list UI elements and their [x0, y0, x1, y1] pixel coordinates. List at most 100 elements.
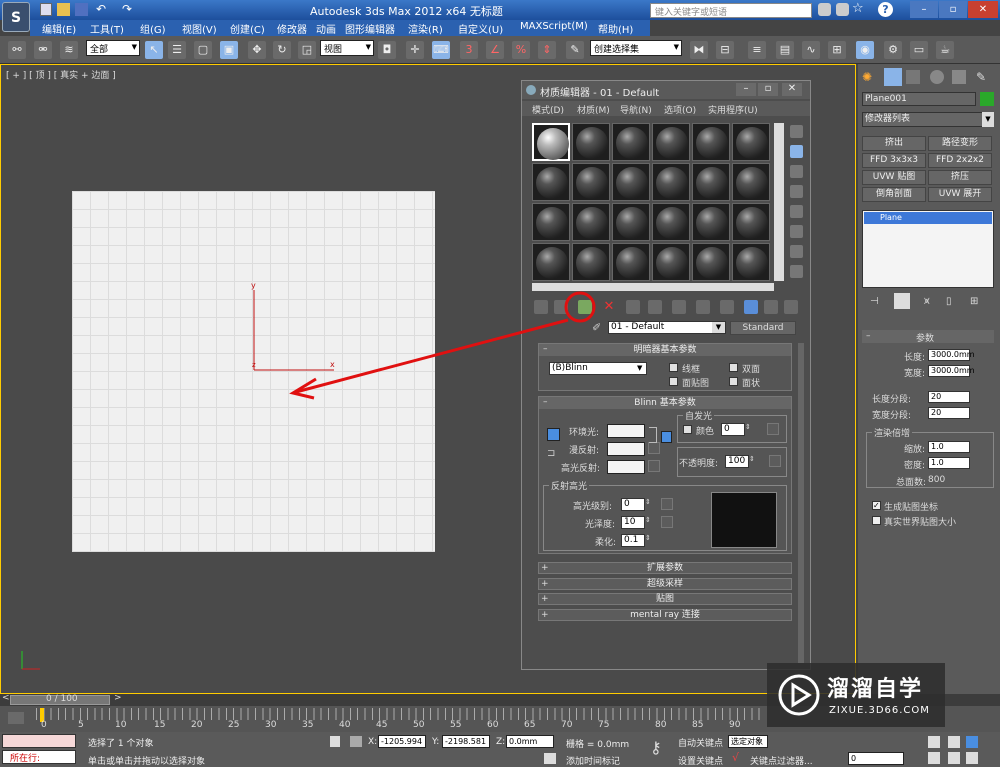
real-world-checkbox[interactable]: [872, 516, 881, 525]
me-close-button[interactable]: ✕: [782, 83, 802, 96]
menu-edit[interactable]: 编辑(E): [42, 21, 76, 36]
length-field[interactable]: 3000.0mm: [928, 349, 975, 361]
opacity-map-button[interactable]: [769, 455, 781, 467]
sample-slot[interactable]: [692, 203, 730, 241]
display-tab-icon[interactable]: [952, 70, 966, 84]
menu-help[interactable]: 帮助(H): [598, 21, 633, 36]
absolute-mode-icon[interactable]: [350, 736, 362, 747]
video-color-check-icon[interactable]: [790, 205, 803, 218]
sample-type-icon[interactable]: [790, 125, 803, 138]
ffd-3x3x3-button[interactable]: FFD 3x3x3: [862, 153, 926, 168]
menu-animation[interactable]: 动画: [316, 21, 336, 36]
create-tab-icon[interactable]: ✺: [862, 70, 876, 84]
z-coord-field[interactable]: 0.0mm: [506, 735, 554, 748]
me-maximize-button[interactable]: ▫: [758, 83, 778, 96]
wire-checkbox[interactable]: [669, 363, 678, 372]
modifier-list-dropdown[interactable]: 修改器列表: [862, 112, 994, 127]
key-filters-button[interactable]: 关键点过滤器...: [750, 754, 813, 767]
sample-slot[interactable]: [532, 203, 570, 241]
link-icon[interactable]: ⚯: [8, 41, 26, 59]
rollout-plus-icon[interactable]: +: [541, 563, 549, 573]
object-name-field[interactable]: Plane001: [862, 92, 976, 106]
viewport-label[interactable]: [ + ] [ 顶 ] [ 真实 + 边面 ]: [6, 68, 116, 81]
menu-tools[interactable]: 工具(T): [90, 21, 124, 36]
lock-specular-button[interactable]: [661, 431, 672, 443]
window-crossing-icon[interactable]: ▣: [220, 41, 238, 59]
sample-slot[interactable]: [612, 243, 650, 281]
rollout-plus-icon[interactable]: +: [541, 579, 549, 589]
sample-slot[interactable]: [732, 203, 770, 241]
add-time-tag-label[interactable]: 添加时间标记: [566, 754, 620, 767]
binoculars-icon[interactable]: [818, 3, 831, 16]
material-id-channel-icon[interactable]: [696, 300, 710, 314]
go-forward-sibling-icon[interactable]: [784, 300, 798, 314]
sample-slot[interactable]: [612, 163, 650, 201]
close-button[interactable]: ✕: [968, 1, 998, 18]
self-illum-color-checkbox[interactable]: [683, 425, 692, 434]
key-icon[interactable]: ⚷: [650, 738, 662, 757]
mirror-icon[interactable]: ⧓: [690, 41, 708, 59]
next-frame-icon[interactable]: >: [114, 693, 122, 703]
uv-tiling-icon[interactable]: [790, 185, 803, 198]
sample-slot[interactable]: [692, 163, 730, 201]
specular-color-swatch[interactable]: [607, 460, 645, 474]
ffd-2x2x2-button[interactable]: FFD 2x2x2: [928, 153, 992, 168]
background-icon[interactable]: [790, 165, 803, 178]
keyboard-shortcut-icon[interactable]: ⌨: [432, 41, 450, 59]
pivot-center-icon[interactable]: ◘: [378, 41, 396, 59]
scale-field[interactable]: 1.0: [928, 441, 970, 453]
star-icon[interactable]: ☆: [852, 1, 864, 16]
menu-rendering[interactable]: 渲染(R): [408, 21, 443, 36]
search-input[interactable]: 键入关键字或短语: [650, 3, 812, 18]
menu-customize[interactable]: 自定义(U): [458, 21, 503, 36]
material-name-field[interactable]: 01 - Default: [608, 321, 726, 334]
reference-coord-dropdown[interactable]: 视图: [320, 40, 374, 56]
menu-group[interactable]: 组(G): [140, 21, 166, 36]
redo-icon[interactable]: ↷: [122, 2, 132, 16]
y-coord-field[interactable]: -2198.581: [442, 735, 490, 748]
ambient-color-swatch[interactable]: [607, 424, 645, 438]
soften-field[interactable]: 0.1: [621, 534, 645, 547]
undo-icon[interactable]: ↶: [96, 2, 106, 16]
graphite-ribbon-icon[interactable]: ▤: [776, 41, 794, 59]
menu-views[interactable]: 视图(V): [182, 21, 217, 36]
sample-slot[interactable]: [532, 163, 570, 201]
rendered-frame-icon[interactable]: ▭: [910, 41, 928, 59]
mini-curve-editor-icon[interactable]: [8, 712, 24, 724]
extrude-button[interactable]: 挤出: [862, 136, 926, 151]
render-setup-icon[interactable]: ⚙: [884, 41, 902, 59]
minimize-button[interactable]: –: [910, 1, 938, 18]
help-icon[interactable]: ?: [878, 2, 893, 17]
rotate-icon[interactable]: ↻: [273, 41, 291, 59]
rollout-plus-icon[interactable]: +: [541, 594, 549, 604]
sample-slot[interactable]: [572, 163, 610, 201]
auto-key-button[interactable]: 自动关键点: [678, 736, 723, 749]
material-editor-icon[interactable]: ◉: [856, 41, 874, 59]
material-type-button[interactable]: Standard: [730, 321, 796, 335]
opacity-spinner-icon[interactable]: ⇕: [749, 455, 755, 463]
menu-maxscript[interactable]: MAXScript(M): [520, 21, 588, 32]
two-sided-checkbox[interactable]: [729, 363, 738, 372]
maximize-viewport-icon[interactable]: [966, 752, 978, 764]
rollout-plus-icon[interactable]: +: [541, 610, 549, 620]
diffuse-color-swatch[interactable]: [607, 442, 645, 456]
edit-named-sets-icon[interactable]: ✎: [566, 41, 584, 59]
backlight-icon[interactable]: [790, 145, 803, 158]
spinner-snap-icon[interactable]: ⇕: [538, 41, 556, 59]
utilities-tab-icon[interactable]: ✎: [976, 70, 990, 84]
sample-slot[interactable]: [612, 123, 650, 161]
schematic-view-icon[interactable]: ⊞: [828, 41, 846, 59]
orbit-icon[interactable]: [948, 752, 960, 764]
bind-spacewarp-icon[interactable]: ≋: [60, 41, 78, 59]
angle-snap-icon[interactable]: ∠: [486, 41, 504, 59]
sample-slot[interactable]: [652, 203, 690, 241]
scale-icon[interactable]: ◲: [298, 41, 316, 59]
sample-slot[interactable]: [572, 203, 610, 241]
width-field[interactable]: 3000.0mm: [928, 365, 975, 377]
opacity-field[interactable]: 100: [725, 455, 749, 468]
sample-slot[interactable]: [612, 203, 650, 241]
bevel-profile-button[interactable]: 倒角剖面: [862, 187, 926, 202]
maxscript-listener[interactable]: [2, 734, 76, 748]
self-illum-value-field[interactable]: 0: [721, 423, 745, 436]
hierarchy-tab-icon[interactable]: [906, 70, 920, 84]
